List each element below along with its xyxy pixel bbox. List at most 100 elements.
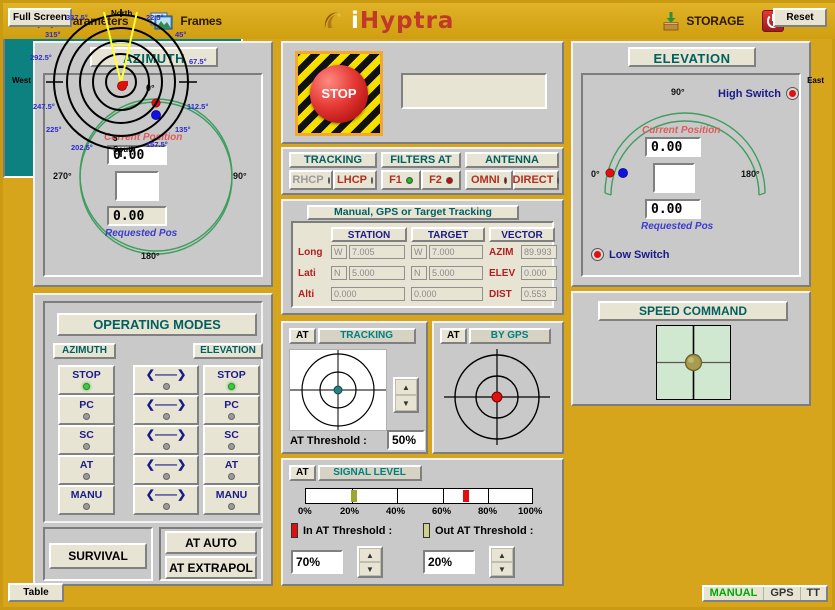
station-column-header: STATION (331, 227, 407, 242)
in-threshold-marker (462, 490, 469, 502)
manual-gps-body: STATION TARGET VECTOR Long W 7.005 W 7.0… (291, 221, 557, 308)
el-mode-sc-button[interactable]: SC (203, 425, 260, 455)
target-lati-hemisphere[interactable]: N (411, 266, 427, 280)
el-mode-sc-label: SC (224, 429, 239, 441)
row-label-alti: Alti (298, 289, 315, 300)
target-alti-value[interactable]: 0.000 (411, 287, 483, 301)
station-alti-value[interactable]: 0.000 (331, 287, 405, 301)
at-buttons-well: AT AUTO AT EXTRAPOL (159, 527, 263, 581)
speed-command-panel: SPEED COMMAND (571, 291, 811, 406)
speed-command-joystick[interactable] (656, 325, 731, 400)
radar-mode-manual[interactable]: MANUAL (704, 587, 765, 600)
at-by-gps-panel: AT BY GPS (432, 321, 564, 454)
station-lati-value[interactable]: 5.000 (349, 266, 405, 280)
f1-label: F1 (389, 174, 402, 186)
radar-south-label: South (113, 145, 136, 154)
out-threshold-down[interactable]: ▼ (491, 562, 513, 576)
lhcp-button[interactable]: LHCP (333, 170, 377, 190)
radar-mode-tt[interactable]: TT (801, 587, 826, 600)
in-threshold-input[interactable]: 70% (291, 550, 343, 574)
f2-button[interactable]: F2 (421, 170, 461, 190)
at-threshold-stepper[interactable]: ▲ ▼ (393, 377, 419, 413)
vector-label-azim: AZIM (489, 247, 514, 258)
radar-angle-202-5: 202.5° (71, 143, 93, 152)
status-display (401, 73, 547, 109)
direct-button[interactable]: DIRECT (513, 170, 560, 190)
radar-angle-45: 45° (175, 30, 187, 39)
in-threshold-down[interactable]: ▼ (359, 562, 381, 576)
rhcp-button[interactable]: RHCP (289, 170, 333, 190)
out-threshold-input[interactable]: 20% (423, 550, 475, 574)
azimuth-requested-value[interactable]: 0.00 (107, 206, 167, 226)
at-tracking-scope[interactable] (289, 349, 387, 431)
storage-button[interactable]: STORAGE (662, 11, 744, 31)
station-long-value[interactable]: 7.005 (349, 245, 405, 259)
at-gps-scope[interactable] (444, 349, 550, 445)
link-row-2-led (162, 443, 170, 450)
target-long-hemisphere[interactable]: W (411, 245, 427, 259)
elevation-requested-value[interactable]: 0.00 (645, 199, 701, 219)
at-threshold-down[interactable]: ▼ (395, 395, 417, 411)
az-mode-at-button[interactable]: AT (58, 455, 115, 485)
az-mode-manu-button[interactable]: MANU (58, 485, 115, 515)
link-row-2-arrow: ❮——❯ (145, 429, 187, 441)
at-tracking-at-button[interactable]: AT (289, 328, 316, 344)
f1-button[interactable]: F1 (381, 170, 421, 190)
out-threshold-stepper[interactable]: ▲ ▼ (489, 546, 515, 578)
survival-button[interactable]: SURVIVAL (49, 543, 147, 569)
elevation-middle-field[interactable] (653, 163, 695, 193)
target-long-value[interactable]: 7.000 (429, 245, 483, 259)
el-mode-manu-button[interactable]: MANU (203, 485, 260, 515)
el-mode-pc-button[interactable]: PC (203, 395, 260, 425)
radar-angle-67-5: 67.5° (189, 57, 207, 66)
at-threshold-up[interactable]: ▲ (395, 379, 417, 395)
at-extrapol-button[interactable]: AT EXTRAPOL (165, 556, 257, 579)
signal-at-button[interactable]: AT (289, 465, 316, 481)
at-threshold-label: AT Threshold : (290, 435, 367, 447)
link-row-2-button[interactable]: ❮——❯ (133, 425, 199, 455)
at-auto-button[interactable]: AT AUTO (165, 531, 257, 554)
vector-label-elev: ELEV (489, 268, 516, 279)
reset-button[interactable]: Reset (773, 8, 827, 27)
vector-dist-value: 0.553 (521, 287, 557, 301)
el-mode-at-button[interactable]: AT (203, 455, 260, 485)
az-mode-stop-button[interactable]: STOP (58, 365, 115, 395)
out-threshold-up[interactable]: ▲ (491, 548, 513, 562)
link-row-3-led (162, 473, 170, 480)
emergency-stop-button[interactable]: STOP (295, 51, 383, 136)
el-mode-manu-label: MANU (215, 489, 248, 501)
out-threshold-swatch (423, 523, 430, 538)
link-row-4-button[interactable]: ❮——❯ (133, 485, 199, 515)
azimuth-requested-label: Requested Pos (105, 228, 178, 239)
station-lati-hemisphere[interactable]: N (331, 266, 347, 280)
link-row-0-button[interactable]: ❮——❯ (133, 365, 199, 395)
station-long-hemisphere[interactable]: W (331, 245, 347, 259)
radar-angle-247-5: 247.5° (33, 102, 55, 111)
crescent-moon-icon (321, 9, 343, 33)
link-row-3-button[interactable]: ❮——❯ (133, 455, 199, 485)
in-threshold-up[interactable]: ▲ (359, 548, 381, 562)
app-logo: iHyptra (321, 8, 454, 34)
azimuth-middle-field[interactable] (115, 171, 159, 201)
at-gps-scope-graphic (444, 349, 550, 445)
tracking-filters-antenna-panel: TRACKING FILTERS AT ANTENNA RHCP LHCP F1… (281, 147, 564, 195)
at-threshold-value[interactable]: 50% (387, 430, 425, 450)
az-mode-sc-button[interactable]: SC (58, 425, 115, 455)
omni-button[interactable]: OMNI (465, 170, 513, 190)
az-mode-pc-button[interactable]: PC (58, 395, 115, 425)
radar-mode-gps[interactable]: GPS (764, 587, 801, 600)
el-mode-stop-led (228, 383, 235, 390)
table-button[interactable]: Table (8, 583, 64, 602)
el-mode-manu-led (228, 503, 235, 510)
signal-scale-80: 80% (478, 506, 498, 517)
antenna-group-title: ANTENNA (465, 152, 559, 168)
lhcp-label: LHCP (337, 174, 367, 186)
signal-tick-80 (488, 489, 490, 503)
in-threshold-stepper[interactable]: ▲ ▼ (357, 546, 383, 578)
out-threshold-label: Out AT Threshold : (435, 525, 534, 537)
target-lati-value[interactable]: 5.000 (429, 266, 483, 280)
radar-north-label: North (111, 9, 133, 18)
el-mode-stop-button[interactable]: STOP (203, 365, 260, 395)
link-row-1-button[interactable]: ❮——❯ (133, 395, 199, 425)
at-gps-at-button[interactable]: AT (440, 328, 467, 344)
